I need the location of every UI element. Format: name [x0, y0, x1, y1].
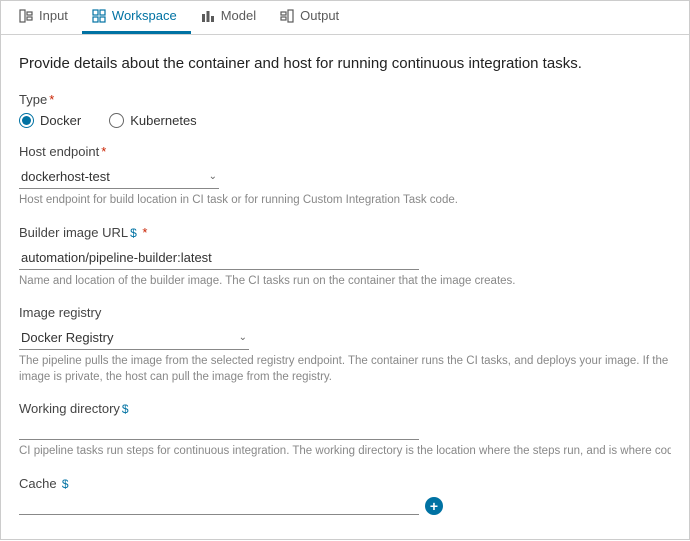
output-icon [280, 9, 294, 23]
model-icon [201, 9, 215, 23]
variable-icon[interactable]: $ [122, 402, 129, 416]
input-value: automation/pipeline-builder:latest [21, 250, 212, 265]
tab-input[interactable]: Input [9, 0, 82, 34]
select-value: dockerhost-test [21, 169, 110, 184]
radio-icon [19, 113, 34, 128]
working-directory-input[interactable] [19, 422, 419, 440]
variable-icon[interactable]: $ [59, 477, 69, 491]
working-directory-label: Working directory$ [19, 401, 671, 416]
tabbar: Input Workspace Model Output [1, 1, 689, 35]
builder-image-label: Builder image URL$ * [19, 225, 671, 240]
tab-label: Workspace [112, 8, 177, 23]
cache-input[interactable] [19, 497, 419, 515]
radio-label: Docker [40, 113, 81, 128]
radio-icon [109, 113, 124, 128]
type-field: Type* Docker Kubernetes [19, 92, 671, 128]
cache-label: Cache $ [19, 476, 671, 491]
add-cache-button[interactable]: + [425, 497, 443, 515]
builder-image-input[interactable]: automation/pipeline-builder:latest [19, 246, 419, 270]
required-mark: * [139, 225, 148, 240]
builder-image-help: Name and location of the builder image. … [19, 274, 671, 290]
working-directory-help: CI pipeline tasks run steps for continuo… [19, 444, 671, 460]
tab-label: Input [39, 8, 68, 23]
tab-label: Model [221, 8, 256, 23]
workspace-form: Provide details about the container and … [1, 35, 689, 541]
select-value: Docker Registry [21, 330, 113, 345]
tab-workspace[interactable]: Workspace [82, 0, 191, 34]
host-endpoint-field: Host endpoint* dockerhost-test ⌄ Host en… [19, 144, 671, 209]
radio-kubernetes[interactable]: Kubernetes [109, 113, 197, 128]
required-mark: * [49, 92, 54, 107]
image-registry-help: The pipeline pulls the image from the se… [19, 354, 671, 385]
cache-field: Cache $ + [19, 476, 671, 515]
host-endpoint-select[interactable]: dockerhost-test ⌄ [19, 165, 219, 189]
chevron-down-icon: ⌄ [239, 332, 247, 343]
image-registry-label: Image registry [19, 305, 671, 320]
image-registry-select[interactable]: Docker Registry ⌄ [19, 326, 249, 350]
tab-model[interactable]: Model [191, 0, 270, 34]
workspace-icon [92, 9, 106, 23]
radio-docker[interactable]: Docker [19, 113, 81, 128]
tab-label: Output [300, 8, 339, 23]
required-mark: * [101, 144, 106, 159]
host-endpoint-label: Host endpoint* [19, 144, 671, 159]
type-label: Type* [19, 92, 671, 107]
chevron-down-icon: ⌄ [209, 171, 217, 182]
tab-output[interactable]: Output [270, 0, 353, 34]
builder-image-field: Builder image URL$ * automation/pipeline… [19, 225, 671, 290]
variable-icon[interactable]: $ [130, 226, 137, 240]
working-directory-field: Working directory$ CI pipeline tasks run… [19, 401, 671, 460]
input-icon [19, 9, 33, 23]
radio-label: Kubernetes [130, 113, 197, 128]
host-endpoint-help: Host endpoint for build location in CI t… [19, 193, 671, 209]
page-description: Provide details about the container and … [19, 55, 671, 72]
image-registry-field: Image registry Docker Registry ⌄ The pip… [19, 305, 671, 385]
